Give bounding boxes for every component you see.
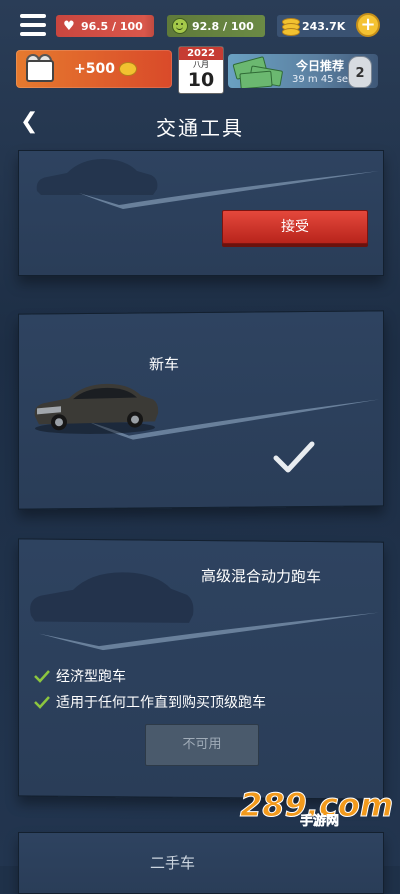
feature-label: 经济型跑车 [56,669,126,685]
coins-icon [281,17,300,36]
video-bonus-button[interactable]: +500 [16,50,172,88]
daily-recommendation-button[interactable]: 今日推荐 39 m 45 sec 2 [228,54,378,88]
coin-icon [118,62,137,76]
accept-button[interactable]: 接受 [222,210,368,244]
money-value: 243.7K [302,19,346,33]
new-car-image [34,383,159,434]
health-stat: ♥ 96.5 / 100 [56,15,154,37]
checkmark-icon [273,441,315,473]
calendar-date: 2022 八月 10 [178,46,224,94]
add-money-button[interactable]: + [356,13,380,37]
vehicle-title: 二手车 [150,854,196,872]
site-watermark: 289.com 手游网 [239,786,393,830]
vehicle-card-new-car: 新车 [18,310,384,510]
calendar-day: 10 [187,69,215,91]
bonus-amount: +500 [74,61,115,77]
unavailable-button[interactable]: 不可用 [145,724,259,766]
calendar-year: 2022 [179,47,223,60]
feature-item: 经济型跑车 [34,666,126,686]
health-value: 96.5 / 100 [81,19,143,33]
top-status-bar: ♥ 96.5 / 100 92.8 / 100 243.7K + [0,0,400,46]
swoosh-decoration [39,612,379,651]
smile-icon [171,17,189,35]
page-title: 交通工具 [156,116,244,140]
video-camera-icon [20,54,62,84]
tick-icon [34,696,50,709]
swoosh-decoration [79,171,379,209]
tick-icon [34,670,50,683]
mood-stat: 92.8 / 100 [167,15,265,37]
vehicle-title: 新车 [149,355,180,374]
vehicle-card-used-car [18,832,384,894]
watermark-sub: 手游网 [300,814,340,830]
feature-item: 适用于任何工作直到购买顶级跑车 [34,692,266,712]
money-bag-icon: 2 [348,56,372,88]
feature-label: 适用于任何工作直到购买顶级跑车 [56,695,266,711]
vehicle-title: 高级混合动力跑车 [201,567,322,587]
menu-icon[interactable] [20,14,46,36]
daily-title: 今日推荐 [296,59,345,73]
mood-value: 92.8 / 100 [192,19,254,33]
info-row: +500 2022 八月 10 今日推荐 39 m 45 sec 2 [0,46,400,94]
money-stat: 243.7K + [277,13,380,37]
daily-timer: 39 m 45 sec [292,74,354,85]
money-bills-icon [232,56,292,88]
heart-icon: ♥ [63,18,75,34]
